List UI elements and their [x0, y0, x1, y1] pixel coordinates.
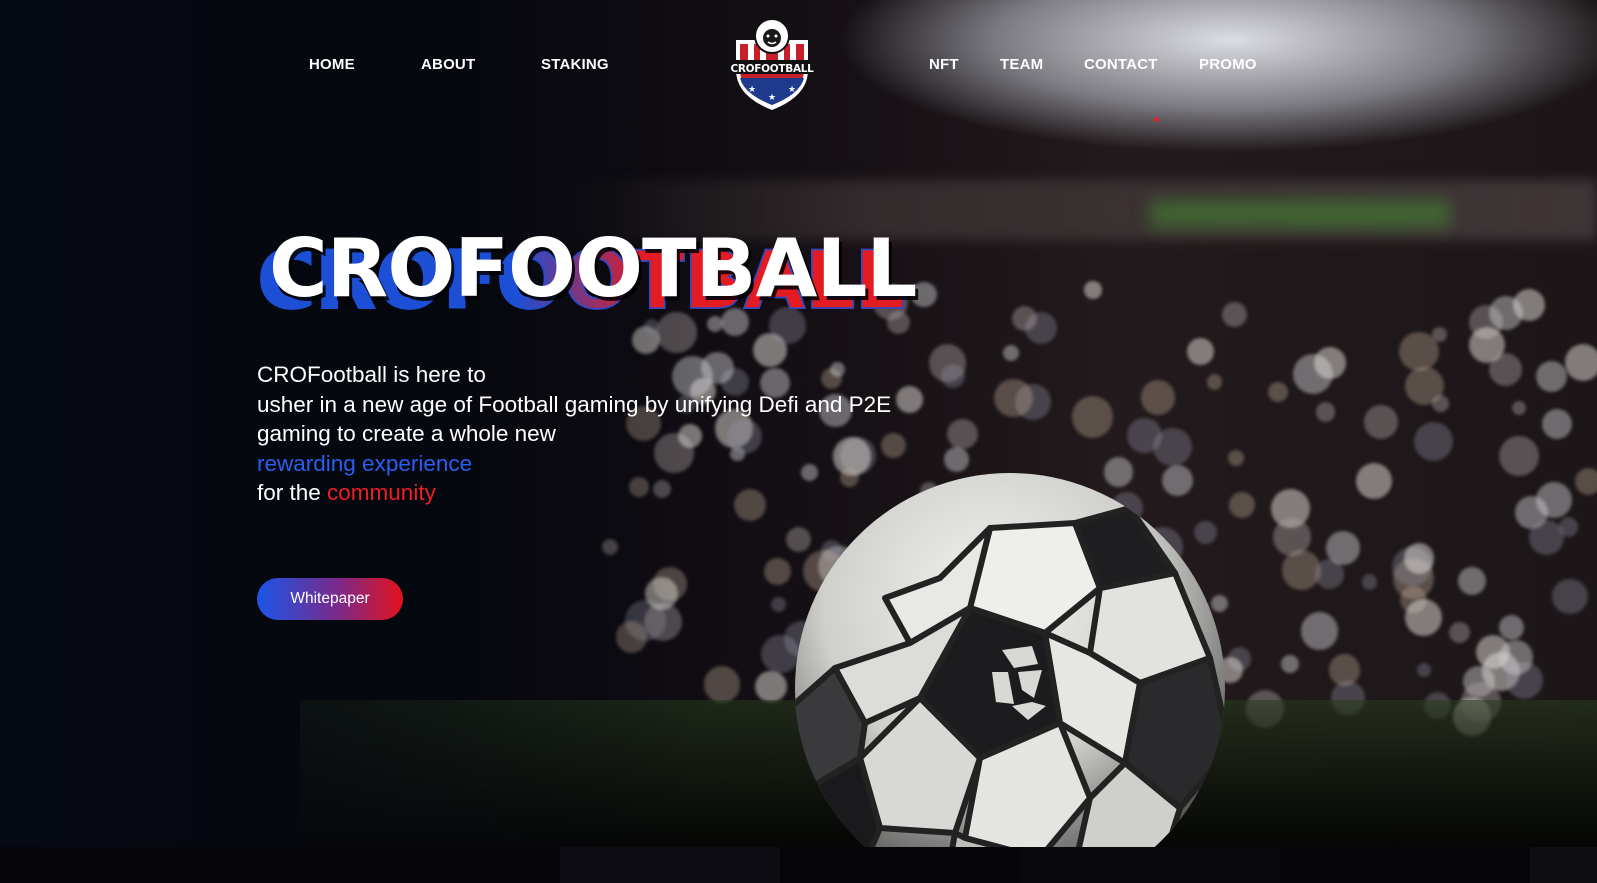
- crofootball-logo[interactable]: ★ ★ ★ CROFOOTBALL: [728, 16, 816, 112]
- soccer-ball-icon: [795, 473, 1225, 847]
- nav-contact[interactable]: CONTACT: [1084, 56, 1158, 73]
- hero-highlight-red: community: [327, 480, 436, 505]
- bokeh-light: [1499, 436, 1539, 476]
- bokeh-light: [1268, 382, 1288, 402]
- svg-text:★: ★: [748, 85, 756, 95]
- bottom-bar: [0, 847, 1597, 883]
- nav-staking[interactable]: STAKING: [541, 56, 609, 73]
- bokeh-light: [1536, 360, 1568, 392]
- bokeh-light: [1071, 396, 1114, 438]
- bokeh-light: [1575, 468, 1597, 496]
- hero-title-group: CROFOOTBALL CROFOOTBALL CROFOOTBALL: [256, 222, 1017, 328]
- bokeh-light: [1541, 408, 1572, 440]
- hero-highlight-blue: rewarding experience: [257, 450, 473, 476]
- pitch-strip: [1150, 200, 1450, 228]
- hero-description-line-5-prefix: for the: [257, 480, 328, 505]
- bokeh-light: [764, 558, 791, 585]
- bokeh-light: [1416, 662, 1432, 678]
- bokeh-light: [1528, 519, 1564, 555]
- bokeh-light: [1228, 491, 1255, 518]
- logo-text: CROFOOTBALL: [730, 63, 814, 75]
- bokeh-light: [703, 666, 741, 703]
- bokeh-light: [1498, 640, 1534, 675]
- hero-description-line-3: gaming to create a whole new: [257, 421, 556, 446]
- bokeh-light: [755, 670, 787, 703]
- bokeh-light: [1326, 530, 1360, 565]
- whitepaper-button[interactable]: Whitepaper: [257, 578, 403, 620]
- bokeh-light: [770, 597, 786, 613]
- bokeh-light: [1356, 463, 1393, 500]
- nav-about[interactable]: ABOUT: [421, 56, 475, 73]
- bokeh-light: [1552, 578, 1588, 615]
- hero-title: CROFOOTBALL: [269, 222, 917, 315]
- bokeh-light: [1404, 599, 1442, 637]
- bokeh-light: [1221, 302, 1248, 328]
- bokeh-light: [1413, 421, 1453, 462]
- bokeh-light: [1315, 402, 1336, 422]
- nav-promo[interactable]: PROMO: [1199, 56, 1257, 73]
- svg-text:★: ★: [768, 93, 776, 103]
- bokeh-light: [1432, 326, 1448, 342]
- bokeh-light: [1489, 295, 1524, 330]
- bokeh-light: [1363, 404, 1398, 439]
- nav-nft[interactable]: NFT: [929, 56, 959, 73]
- svg-text:★: ★: [788, 85, 796, 95]
- hero-description-line-5: for the community: [257, 478, 1017, 508]
- bokeh-light: [1084, 281, 1102, 299]
- bokeh-light: [1488, 352, 1523, 387]
- bokeh-light: [1361, 574, 1378, 590]
- bokeh-light: [1280, 655, 1299, 673]
- bokeh-light: [1272, 518, 1311, 556]
- nav-home[interactable]: HOME: [309, 56, 355, 73]
- active-indicator-dot: [1154, 117, 1159, 122]
- hero-description-line-1: CROFootball is here to: [257, 362, 486, 387]
- bokeh-light: [1499, 614, 1525, 640]
- bokeh-light: [1300, 612, 1339, 650]
- bokeh-light: [1328, 654, 1361, 686]
- bokeh-light: [1536, 482, 1572, 519]
- bokeh-light: [1448, 621, 1470, 643]
- bokeh-light: [1458, 567, 1487, 596]
- bokeh-light: [1153, 427, 1193, 467]
- bokeh-light: [1141, 380, 1176, 415]
- bokeh-light: [1403, 543, 1434, 574]
- bokeh-light: [1511, 401, 1526, 416]
- hero-description-line-2: usher in a new age of Football gaming by…: [257, 391, 892, 417]
- bokeh-light: [1564, 344, 1597, 381]
- bokeh-light: [1314, 347, 1346, 379]
- nav-team[interactable]: TEAM: [1000, 56, 1043, 73]
- bokeh-light: [1186, 337, 1214, 365]
- bokeh-light: [1207, 374, 1223, 390]
- bokeh-light: [1431, 395, 1449, 412]
- hero-description: CROFootball is here to usher in a new ag…: [257, 360, 1017, 508]
- bokeh-light: [1002, 344, 1019, 361]
- bokeh-light: [1227, 449, 1245, 467]
